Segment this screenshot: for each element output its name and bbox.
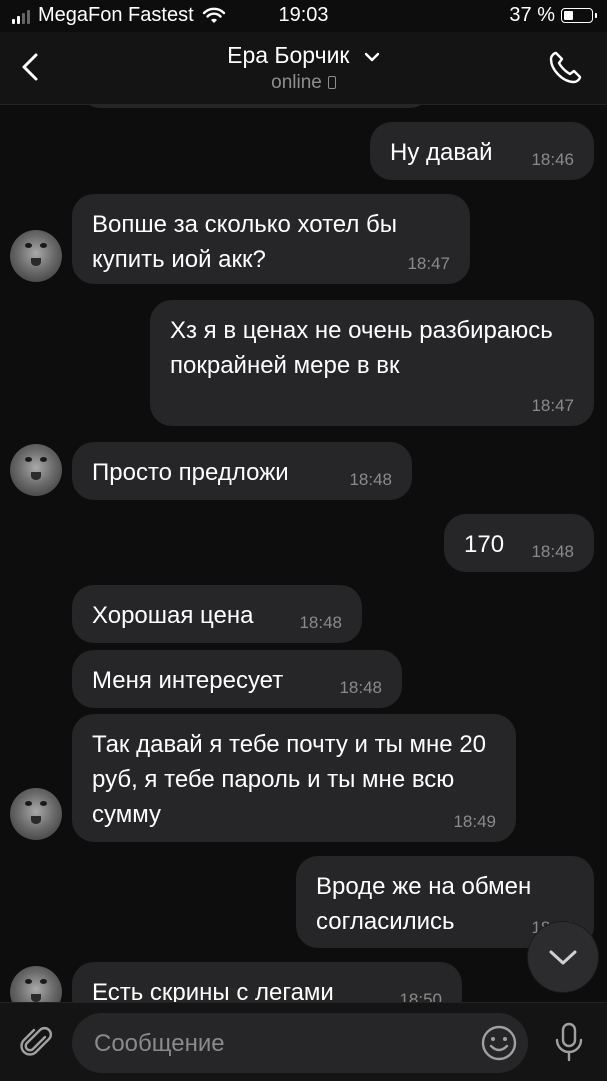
contact-title[interactable]: Ера Борчик <box>0 42 607 69</box>
message-text: Меня интересует <box>92 667 284 694</box>
message-text: Хз я в ценах не очень разбираюсь покрайн… <box>170 317 560 379</box>
message-text: Просто предложи <box>92 459 289 486</box>
mobile-device-icon <box>327 76 336 89</box>
message-incoming[interactable]: Просто предложи 18:48 <box>72 442 412 500</box>
previous-message-bubble <box>80 104 430 108</box>
message-time: 18:47 <box>407 254 450 273</box>
message-outgoing[interactable]: 170 18:48 <box>444 514 594 572</box>
chevron-down-icon <box>549 950 577 965</box>
message-incoming[interactable]: Вопше за сколько хотел бы купить иой акк… <box>72 194 470 284</box>
message-time: 18:48 <box>299 613 342 632</box>
message-text: Вроде же на обмен согласились <box>316 873 538 935</box>
paperclip-icon[interactable] <box>18 1023 56 1061</box>
message-incoming[interactable]: Есть скрины с легами 18:50 <box>72 962 462 1004</box>
message-input[interactable] <box>92 1013 476 1075</box>
message-incoming[interactable]: Хорошая цена 18:48 <box>72 585 362 643</box>
battery-percent: 37 % <box>509 4 555 26</box>
message-text: 170 <box>464 531 505 558</box>
scroll-to-bottom-button[interactable] <box>528 922 598 992</box>
message-text: Ну давай <box>390 139 493 166</box>
message-outgoing[interactable]: Хз я в ценах не очень разбираюсь покрайн… <box>150 300 594 426</box>
message-text: Есть скрины с легами <box>92 979 334 1004</box>
message-time: 18:49 <box>453 812 496 831</box>
status-text: online <box>271 72 322 93</box>
smiley-icon[interactable] <box>480 1024 518 1062</box>
contact-avatar[interactable] <box>10 230 62 282</box>
contact-name: Ера Борчик <box>227 42 350 68</box>
message-time: 18:48 <box>349 470 392 489</box>
message-time: 18:48 <box>339 678 382 697</box>
message-incoming[interactable]: Меня интересует 18:48 <box>72 650 402 708</box>
message-outgoing[interactable]: Ну давай 18:46 <box>370 122 594 180</box>
message-incoming[interactable]: Так давай я тебе почту и ты мне 20 руб, … <box>72 714 516 842</box>
contact-avatar[interactable] <box>10 966 62 1004</box>
contact-avatar[interactable] <box>10 788 62 840</box>
status-bar: MegaFon Fastest 19:03 37 % <box>0 0 607 32</box>
message-text: Так давай я тебе почту и ты мне 20 руб, … <box>92 731 493 828</box>
contact-status: online <box>0 72 607 94</box>
battery-icon <box>561 8 597 23</box>
chevron-down-icon <box>364 52 380 62</box>
message-field[interactable] <box>72 1013 528 1075</box>
microphone-icon[interactable] <box>550 1021 588 1063</box>
message-time: 18:48 <box>531 542 574 561</box>
message-time: 18:47 <box>531 396 574 415</box>
phone-call-icon[interactable] <box>547 48 585 86</box>
message-text: Вопше за сколько хотел бы купить иой акк… <box>92 211 404 273</box>
message-text: Хорошая цена <box>92 602 254 629</box>
contact-avatar[interactable] <box>10 444 62 496</box>
composer-bar <box>0 1002 607 1081</box>
message-time: 18:46 <box>531 150 574 169</box>
message-list[interactable]: Ну давай 18:46 Вопше за сколько хотел бы… <box>0 104 607 1004</box>
chat-header: Ера Борчик online <box>0 32 607 105</box>
